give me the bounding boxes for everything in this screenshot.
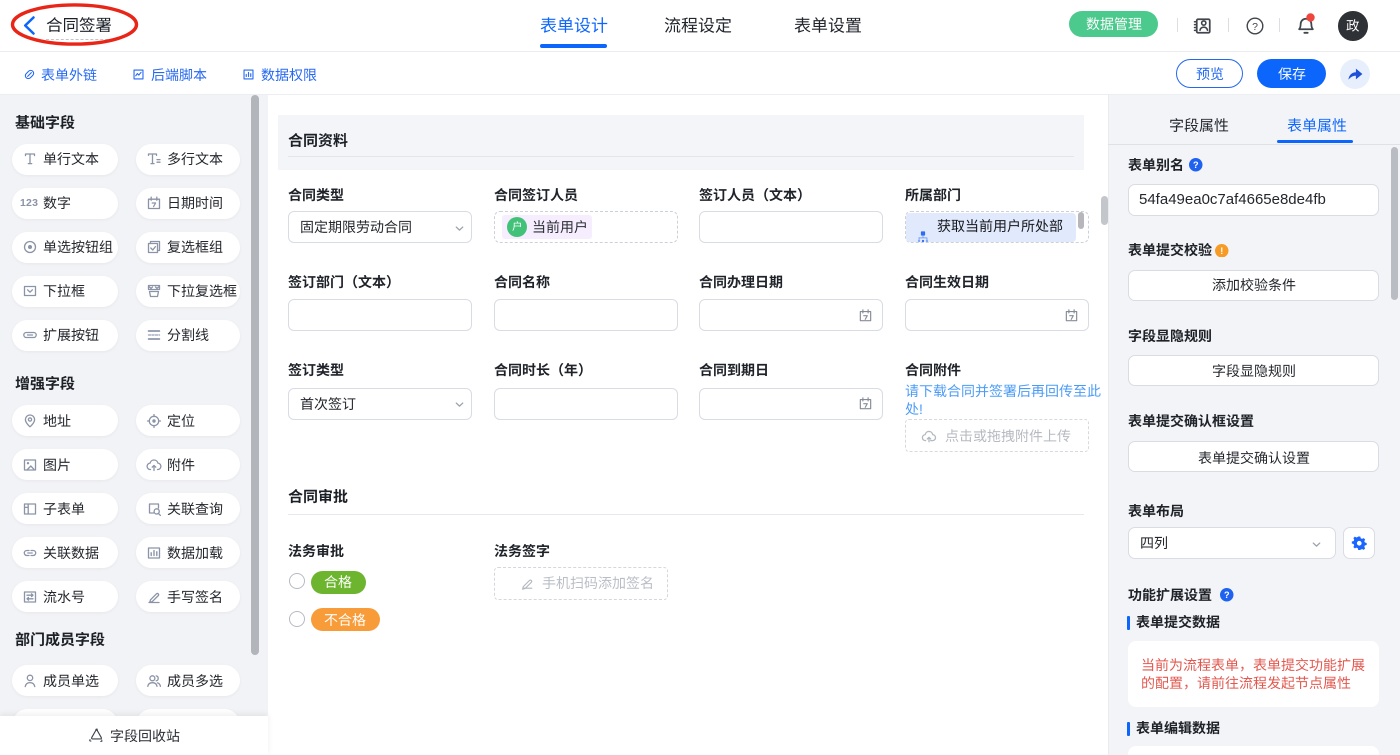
svg-text:?: ? <box>1252 21 1258 33</box>
svg-text:?: ? <box>1224 590 1230 600</box>
svg-text:!: ! <box>1220 246 1223 256</box>
svg-text:?: ? <box>1193 160 1199 170</box>
